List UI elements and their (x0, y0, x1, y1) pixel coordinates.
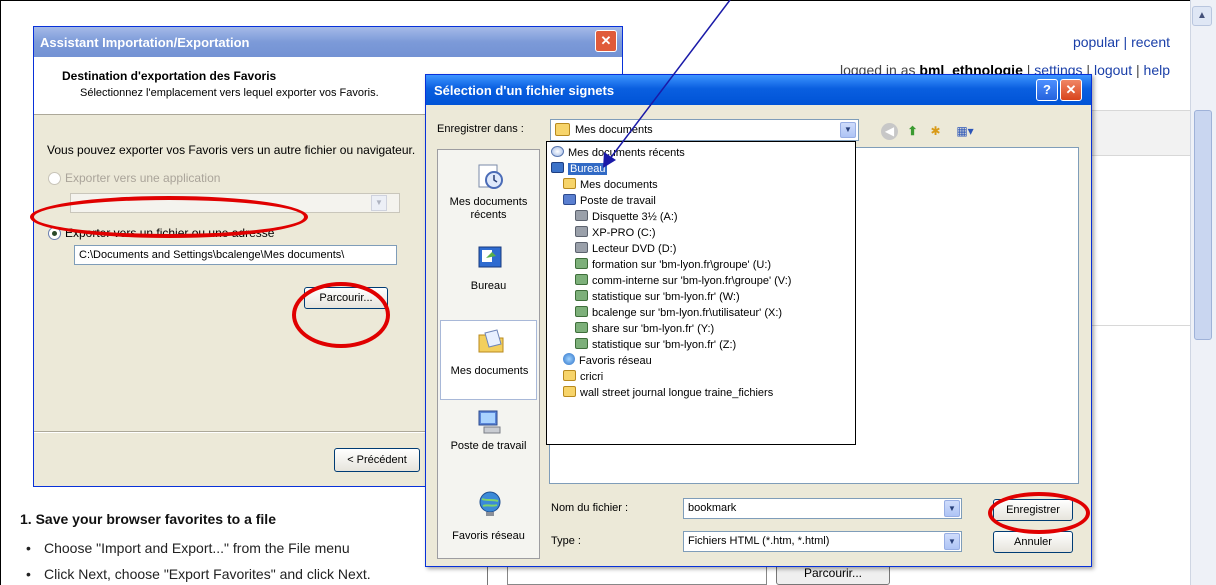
instructions-title: 1. Save your browser favorites to a file (20, 511, 276, 527)
network-drive-icon (575, 306, 588, 317)
desktop-icon (551, 162, 564, 173)
dropdown-item-network-places[interactable]: Favoris réseau (563, 353, 652, 369)
wizard-intro-text: Vous pouvez exporter vos Favoris vers un… (47, 143, 416, 157)
previous-button[interactable]: < Précédent (334, 448, 420, 472)
annotation-circle-export-option (30, 196, 308, 238)
help-icon[interactable]: ? (1036, 79, 1058, 101)
my-computer-icon (478, 410, 501, 434)
filetype-select[interactable]: Fichiers HTML (*.htm, *.html) ▼ (683, 531, 962, 552)
scroll-up-arrow-icon[interactable]: ▲ (1192, 6, 1212, 26)
recent-link[interactable]: recent (1131, 34, 1170, 50)
desktop-icon (478, 246, 502, 268)
my-documents-icon (478, 329, 504, 353)
place-my-documents[interactable]: Mes documents (440, 320, 537, 400)
dropdown-item-drive-d[interactable]: Lecteur DVD (D:) (575, 241, 676, 257)
chevron-down-icon[interactable]: ▼ (840, 122, 856, 138)
folder-icon (555, 123, 570, 136)
instruction-item: Click Next, choose "Export Favorites" an… (26, 566, 371, 582)
export-to-app-label: Exporter vers une application (65, 171, 221, 185)
dropdown-item-drive-w[interactable]: statistique sur 'bm-lyon.fr' (W:) (575, 289, 740, 305)
wizard-step-subtitle: Sélectionnez l'emplacement vers lequel e… (80, 87, 379, 99)
annotation-circle-save (988, 492, 1090, 534)
wizard-close-icon[interactable]: ✕ (595, 30, 617, 52)
instruction-item: Choose "Import and Export..." from the F… (26, 540, 350, 556)
filename-label: Nom du fichier : (551, 502, 629, 514)
network-drive-icon (575, 338, 588, 349)
chevron-down-icon[interactable]: ▼ (371, 195, 387, 211)
select-bookmark-file-dialog: Sélection d'un fichier signets ? ✕ Enreg… (425, 74, 1092, 567)
wizard-step-title: Destination d'exportation des Favoris (62, 69, 277, 83)
folder-icon (563, 386, 576, 397)
dropdown-item-drive-x[interactable]: bcalenge sur 'bm-lyon.fr\utilisateur' (X… (575, 305, 782, 321)
globe-icon (563, 353, 575, 365)
dropdown-item-drive-v[interactable]: comm-interne sur 'bm-lyon.fr\groupe' (V:… (575, 273, 791, 289)
save-in-value: Mes documents (575, 124, 653, 136)
annotation-circle-browse (292, 282, 390, 348)
place-recent-documents[interactable]: Mes documents récents (440, 156, 537, 236)
logout-link[interactable]: logout (1094, 62, 1132, 78)
wizard-titlebar[interactable]: Assistant Importation/Exportation ✕ (34, 27, 622, 57)
up-folder-icon[interactable]: ⬆ (904, 123, 921, 140)
dropdown-item-drive-u[interactable]: formation sur 'bm-lyon.fr\groupe' (U:) (575, 257, 771, 273)
filetype-value: Fichiers HTML (*.htm, *.html) (688, 535, 830, 547)
network-drive-icon (575, 274, 588, 285)
place-label: Mes documents récents (449, 196, 528, 221)
place-network-places[interactable]: Favoris réseau (440, 476, 537, 556)
new-folder-icon[interactable]: ✱ (927, 123, 944, 140)
places-bar: Mes documents récents Bureau Mes documen… (437, 149, 540, 559)
dvd-drive-icon (575, 242, 588, 253)
back-icon[interactable]: ◀ (881, 123, 898, 140)
save-in-label: Enregistrer dans : (437, 123, 524, 135)
dropdown-item-my-documents[interactable]: Mes documents (563, 177, 658, 193)
clock-icon (551, 146, 564, 157)
chevron-down-icon[interactable]: ▼ (944, 500, 960, 517)
hard-drive-icon (575, 226, 588, 237)
place-my-computer[interactable]: Poste de travail (440, 404, 537, 484)
dropdown-item-desktop[interactable]: Bureau (551, 161, 608, 177)
dialog-title: Sélection d'un fichier signets (434, 83, 615, 98)
wizard-title: Assistant Importation/Exportation (40, 35, 250, 50)
dropdown-item-wsj-folder[interactable]: wall street journal longue traine_fichie… (563, 385, 773, 401)
place-label: Favoris réseau (452, 530, 525, 542)
computer-icon (563, 194, 576, 205)
chevron-down-icon[interactable]: ▼ (944, 533, 960, 550)
network-drive-icon (575, 258, 588, 269)
close-icon[interactable]: ✕ (1060, 79, 1082, 101)
dropdown-item-drive-y[interactable]: share sur 'bm-lyon.fr' (Y:) (575, 321, 714, 337)
export-to-app-radio[interactable] (48, 172, 61, 185)
folder-icon (563, 178, 576, 189)
import-file-input[interactable] (507, 565, 767, 585)
dropdown-item-drive-c[interactable]: XP-PRO (C:) (575, 225, 656, 241)
filetype-label: Type : (551, 535, 581, 547)
filename-value: bookmark (688, 502, 737, 514)
recent-docs-icon (478, 164, 503, 189)
network-places-icon (479, 491, 501, 516)
top-links: popular | recent (1072, 34, 1170, 50)
dropdown-item-my-computer[interactable]: Poste de travail (563, 193, 656, 209)
network-drive-icon (575, 290, 588, 301)
filename-input[interactable]: bookmark ▼ (683, 498, 962, 519)
floppy-drive-icon (575, 210, 588, 221)
place-label: Bureau (470, 280, 507, 292)
popular-link[interactable]: popular (1073, 34, 1120, 50)
views-menu-icon[interactable]: ▦▾ (953, 123, 977, 140)
cancel-button[interactable]: Annuler (993, 531, 1073, 553)
scroll-thumb[interactable] (1194, 110, 1212, 340)
place-desktop[interactable]: Bureau (440, 240, 537, 320)
save-in-select[interactable]: Mes documents ▼ (550, 119, 859, 141)
dropdown-item-drive-a[interactable]: Disquette 3½ (A:) (575, 209, 678, 225)
dialog-titlebar[interactable]: Sélection d'un fichier signets ? ✕ (426, 75, 1091, 105)
folder-icon (563, 370, 576, 381)
help-link[interactable]: help (1144, 62, 1170, 78)
dropdown-item-drive-z[interactable]: statistique sur 'bm-lyon.fr' (Z:) (575, 337, 736, 353)
network-drive-icon (575, 322, 588, 333)
save-in-dropdown[interactable]: Mes documents récents Bureau Mes documen… (546, 141, 856, 445)
place-label: Mes documents (450, 365, 529, 377)
dropdown-item-recent-documents[interactable]: Mes documents récents (551, 145, 685, 161)
place-label: Poste de travail (450, 440, 527, 452)
export-path-input[interactable]: C:\Documents and Settings\bcalenge\Mes d… (74, 245, 397, 265)
dropdown-item-cricri[interactable]: cricri (563, 369, 603, 385)
